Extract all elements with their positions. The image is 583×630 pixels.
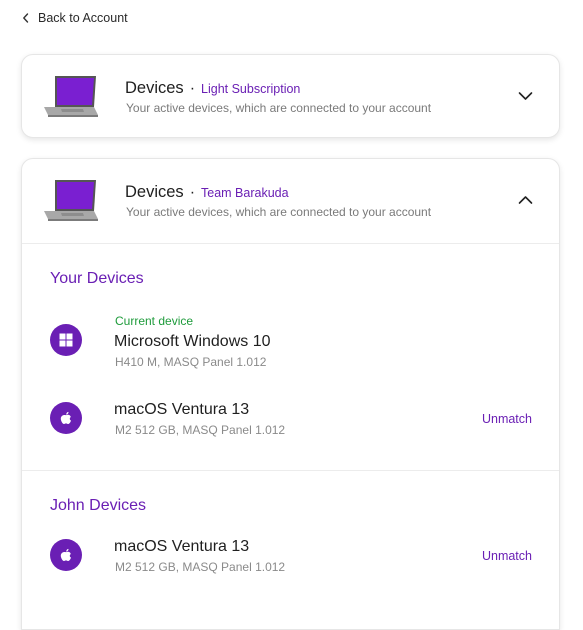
os-badge (50, 402, 82, 434)
device-spec: H410 M, MASQ Panel 1.012 (115, 355, 267, 369)
card-title: Devices (125, 79, 184, 97)
title-separator: · (189, 184, 196, 201)
card-header[interactable]: Devices · Team Barakuda Your active devi… (22, 159, 559, 243)
header-divider (22, 243, 559, 244)
title-separator: · (189, 80, 196, 97)
laptop-icon (44, 180, 98, 221)
chevron-down-icon[interactable] (518, 91, 533, 101)
apple-icon (60, 411, 71, 424)
os-badge (50, 539, 82, 571)
device-name: Microsoft Windows 10 (114, 333, 271, 350)
card-subtitle: Your active devices, which are connected… (126, 205, 432, 219)
section-title-your-devices: Your Devices (50, 270, 144, 287)
device-spec: M2 512 GB, MASQ Panel 1.012 (115, 560, 286, 574)
chevron-left-icon (23, 13, 29, 23)
section-title-john-devices: John Devices (50, 497, 147, 514)
apple-icon (60, 548, 71, 561)
back-label: Back to Account (38, 11, 128, 25)
plan-name: Light Subscription (201, 82, 301, 96)
plan-name: Team Barakuda (201, 186, 289, 200)
card-title-row: Devices · Light Subscription (125, 79, 300, 98)
windows-icon (59, 333, 73, 347)
card-subtitle: Your active devices, which are connected… (126, 101, 432, 115)
card-title: Devices (125, 183, 184, 201)
unmatch-button[interactable]: Unmatch (482, 549, 532, 563)
laptop-icon (44, 76, 98, 117)
device-name: macOS Ventura 13 (114, 401, 250, 418)
back-to-account-link[interactable]: Back to Account (22, 11, 128, 25)
devices-card-team-barakuda: Devices · Team Barakuda Your active devi… (21, 158, 560, 630)
os-badge (50, 324, 82, 356)
device-name: macOS Ventura 13 (114, 538, 250, 555)
card-title-row: Devices · Team Barakuda (125, 183, 289, 202)
card-header[interactable]: Devices · Light Subscription Your active… (22, 55, 559, 137)
current-device-badge: Current device (115, 314, 194, 328)
section-divider (22, 470, 559, 471)
chevron-up-icon[interactable] (518, 195, 533, 205)
unmatch-button[interactable]: Unmatch (482, 412, 532, 426)
device-spec: M2 512 GB, MASQ Panel 1.012 (115, 423, 286, 437)
devices-card-light-subscription: Devices · Light Subscription Your active… (21, 54, 560, 138)
